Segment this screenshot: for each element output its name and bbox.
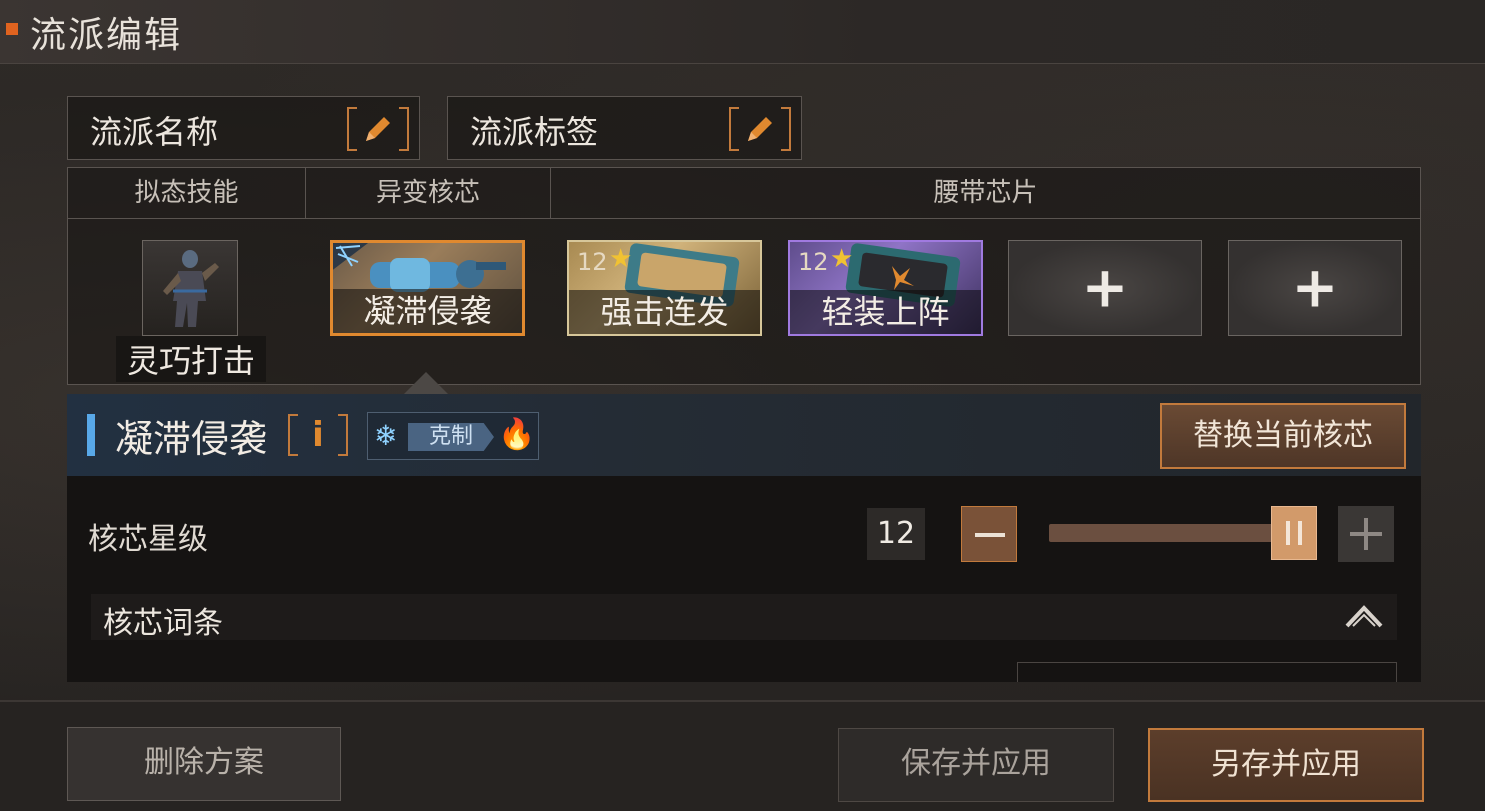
header-belt-chips: 腰带芯片 (550, 168, 1420, 219)
header-marker (6, 23, 18, 35)
selection-pointer (404, 372, 448, 394)
fire-icon: 🔥 (498, 417, 536, 452)
page-title: 流派编辑 (30, 15, 183, 56)
snowflake-icon: ❄ (374, 419, 398, 452)
decrease-star-button[interactable] (961, 506, 1017, 562)
core-detail-panel: 核芯星级 12 核芯词条 (67, 476, 1421, 682)
page-header: 流派编辑 (0, 0, 1485, 64)
star-icon: ★ (830, 244, 854, 274)
replace-core-button[interactable]: 替换当前核芯 (1160, 403, 1406, 469)
minus-icon (975, 533, 1005, 537)
edit-build-name-button[interactable] (347, 107, 409, 151)
build-tag-field[interactable]: 流派标签 (447, 96, 802, 160)
core-info-button[interactable]: i (288, 414, 348, 456)
chip-name: 轻装上阵 (790, 290, 981, 334)
build-tag-label: 流派标签 (470, 113, 599, 151)
plus-icon: + (1081, 255, 1129, 321)
core-name: 凝滞侵袭 (333, 289, 522, 333)
build-table-header: 拟态技能 异变核芯 腰带芯片 (68, 168, 1420, 219)
build-name-label: 流派名称 (90, 113, 219, 151)
core-detail-title: 凝滞侵袭 (115, 417, 268, 461)
build-name-field[interactable]: 流派名称 (67, 96, 420, 160)
star-level-label: 核芯星级 (88, 522, 208, 557)
belt-chip-slot-2[interactable]: 12 ★ 轻装上阵 (788, 240, 983, 336)
core-entries-label: 核芯词条 (103, 606, 223, 641)
info-icon: i (312, 415, 324, 455)
star-level-slider[interactable] (1049, 524, 1299, 542)
edit-build-tag-button[interactable] (729, 107, 791, 151)
belt-chip-slot-1[interactable]: 12 ★ 强击连发 (567, 240, 762, 336)
chip-name: 强击连发 (569, 290, 760, 334)
counter-badge[interactable]: ❄ 克制 🔥 (367, 412, 539, 460)
section-accent (87, 414, 95, 456)
delete-plan-button[interactable]: 删除方案 (67, 727, 341, 801)
cut-off-field (1017, 662, 1397, 682)
collapse-chevron-icon[interactable] (1343, 602, 1385, 632)
save-apply-button[interactable]: 保存并应用 (838, 728, 1114, 802)
belt-chip-slot-empty-2[interactable]: + (1228, 240, 1402, 336)
core-slot-selected[interactable]: 凝滞侵袭 (330, 240, 525, 336)
skill-name: 灵巧打击 (116, 336, 266, 382)
slider-thumb[interactable] (1271, 506, 1317, 560)
skill-portrait[interactable] (142, 240, 238, 336)
core-entries-section[interactable]: 核芯词条 (91, 594, 1397, 641)
belt-chip-slot-empty-1[interactable]: + (1008, 240, 1202, 336)
chip-level: 12 (577, 248, 608, 276)
pencil-icon (366, 117, 390, 141)
counter-label: 克制 (408, 423, 494, 451)
save-as-apply-button[interactable]: 另存并应用 (1148, 728, 1424, 802)
star-icon: ★ (609, 244, 633, 274)
header-mimic-skill: 拟态技能 (134, 178, 239, 208)
star-level-value: 12 (867, 508, 925, 560)
pencil-icon (748, 117, 772, 141)
increase-star-button[interactable] (1338, 506, 1394, 562)
chip-level: 12 (798, 248, 829, 276)
header-mutation-core: 异变核芯 (305, 168, 550, 219)
plus-icon: + (1291, 255, 1339, 321)
character-figure-icon (163, 250, 219, 327)
